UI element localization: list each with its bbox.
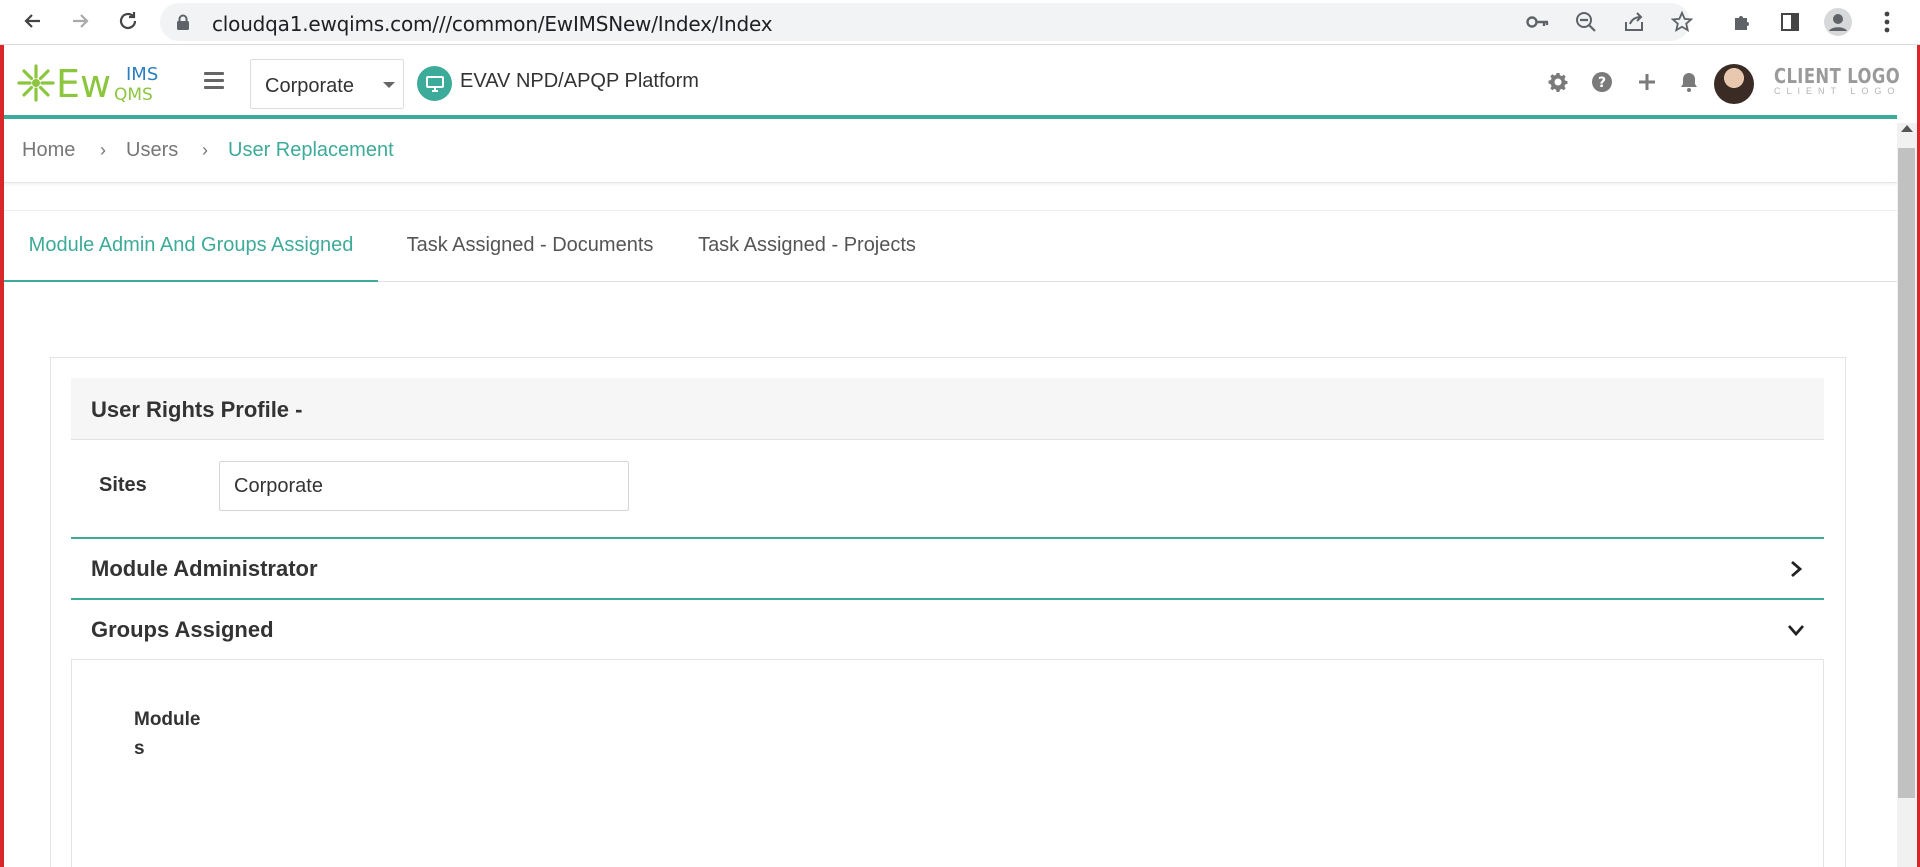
bell-icon[interactable] (1676, 69, 1702, 95)
client-logo-text: CLIENT LOGO (1774, 64, 1901, 88)
platform-name[interactable]: EVAV NPD/APQP Platform (460, 70, 699, 93)
tab-module-admin-groups[interactable]: Module Admin And Groups Assigned (4, 211, 378, 282)
modules-label: Modules (134, 709, 201, 759)
extensions-button[interactable] (1726, 5, 1760, 39)
svg-text:QMS: QMS (114, 85, 153, 105)
tab-task-projects[interactable]: Task Assigned - Projects (690, 211, 924, 282)
scroll-up-arrow-icon[interactable] (1901, 125, 1913, 132)
svg-text:Ew: Ew (56, 62, 111, 106)
reload-button[interactable] (111, 4, 145, 38)
profile-button[interactable] (1821, 5, 1855, 39)
plus-icon[interactable] (1634, 69, 1660, 95)
arrow-left-icon (24, 14, 40, 28)
groups-assigned-title: Groups Assigned (91, 617, 274, 642)
profile-icon (1824, 8, 1852, 36)
tab-task-documents[interactable]: Task Assigned - Documents (402, 211, 658, 282)
breadcrumb-user-replacement: User Replacement (228, 139, 394, 161)
user-avatar[interactable] (1714, 64, 1754, 104)
key-icon[interactable] (1524, 8, 1552, 36)
user-rights-profile-title: User Rights Profile - (91, 397, 303, 422)
svg-text:IMS: IMS (126, 64, 158, 85)
groups-assigned-panel: Groups Assigned (71, 598, 1824, 660)
site-selector-value: Corporate (265, 75, 354, 97)
groups-assigned-toggle[interactable]: Groups Assigned (71, 598, 1824, 659)
module-administrator-panel: Module Administrator (71, 537, 1824, 598)
puzzle-icon (1735, 16, 1749, 30)
reload-icon (119, 12, 137, 30)
gear-icon[interactable] (1545, 69, 1571, 95)
breadcrumb-users[interactable]: Users (126, 139, 178, 162)
back-button[interactable] (16, 4, 50, 38)
scrollbar-thumb[interactable] (1898, 148, 1915, 798)
breadcrumb-separator: › (100, 140, 106, 160)
site-selector[interactable]: Corporate (250, 59, 404, 109)
monitor-icon (417, 66, 452, 101)
browser-menu-button[interactable] (1870, 5, 1904, 39)
sites-field[interactable] (219, 461, 629, 511)
address-bar[interactable]: cloudqa1.ewqims.com///common/EwIMSNew/In… (160, 3, 1693, 41)
browser-toolbar: cloudqa1.ewqims.com///common/EwIMSNew/In… (0, 0, 1920, 45)
side-panel-button[interactable] (1773, 5, 1807, 39)
module-administrator-title: Module Administrator (91, 556, 318, 581)
lock-icon (177, 14, 189, 30)
zoom-out-icon[interactable] (1572, 8, 1600, 36)
url-text: cloudqa1.ewqims.com///common/EwIMSNew/In… (212, 12, 773, 36)
svg-text:?: ? (1598, 75, 1606, 91)
ewqims-logo[interactable]: Ew IMS QMS (16, 58, 176, 108)
side-panel-icon (1781, 13, 1799, 31)
breadcrumb: Home › Users › User Replacement (4, 123, 1897, 183)
caret-down-icon (383, 82, 395, 88)
user-rights-profile-header: User Rights Profile - (71, 378, 1824, 440)
help-icon[interactable]: ? (1589, 69, 1615, 95)
star-icon[interactable] (1668, 8, 1696, 36)
kebab-menu-icon (1884, 11, 1890, 33)
app-header: Ew IMS QMS Corporate EVAV NPD/APQP Platf… (4, 46, 1901, 119)
chevron-down-icon (1787, 625, 1805, 637)
breadcrumb-separator: › (202, 140, 208, 160)
tab-bar: Module Admin And Groups Assigned Task As… (4, 210, 1897, 282)
module-administrator-toggle[interactable]: Module Administrator (71, 537, 1824, 598)
breadcrumb-home[interactable]: Home (22, 139, 75, 162)
share-icon[interactable] (1620, 8, 1648, 36)
arrow-right-icon (73, 14, 89, 28)
chevron-right-icon (1791, 560, 1803, 578)
hamburger-menu-button[interactable] (200, 68, 228, 94)
groups-assigned-body (71, 660, 1824, 867)
forward-button[interactable] (63, 4, 97, 38)
sites-label: Sites (99, 474, 147, 496)
client-logo: CLIENT LOGO CLIENT LOGO (1774, 64, 1901, 104)
